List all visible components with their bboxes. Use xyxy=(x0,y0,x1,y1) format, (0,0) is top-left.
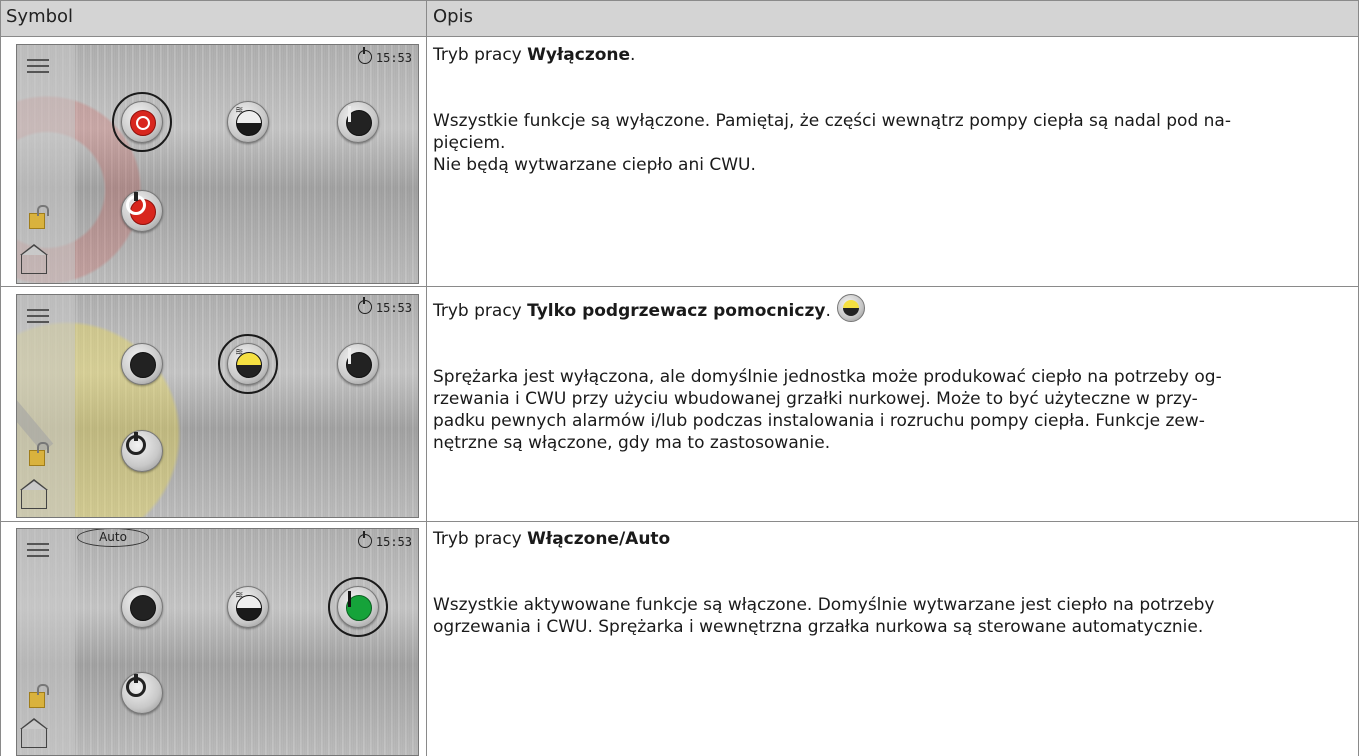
heat-icon: ≋ xyxy=(235,590,244,601)
aux-heater-button[interactable]: ≋ xyxy=(227,101,269,143)
heat-icon: ≋ xyxy=(235,347,244,358)
row-title: Tryb pracy Tylko podgrzewacz pomocniczy. xyxy=(433,294,1343,322)
row-text-1b: rzewania i CWU przy użyciu wbudowanej gr… xyxy=(433,389,1198,409)
screen-on-auto: Auto 15:53 ≋ xyxy=(16,528,419,756)
row-text-1b: ogrzewania i CWU. Sprężarka i wewnętrzna… xyxy=(433,617,1204,637)
screen-aux-heater: 15:53 ≋ xyxy=(16,294,419,518)
lock-icon[interactable] xyxy=(29,442,49,466)
aux-heater-button[interactable]: ≋ xyxy=(227,586,269,628)
off-button[interactable] xyxy=(121,586,163,628)
auto-badge: Auto xyxy=(77,529,149,547)
header-opis: Opis xyxy=(427,0,1359,37)
clock-icon xyxy=(357,297,372,314)
row-text-1: Sprężarka jest wyłączona, ale domyślnie … xyxy=(433,367,1222,387)
row-text-1b: pięciem. xyxy=(433,133,506,153)
on-button[interactable] xyxy=(337,101,379,143)
row-text-2: Nie będą wytwarzane ciepło ani CWU. xyxy=(433,155,756,175)
restart-button[interactable] xyxy=(121,190,163,232)
menu-icon[interactable] xyxy=(27,309,49,327)
row-desc-auto: Tryb pracy Włączone/Auto Wszystkie aktyw… xyxy=(433,528,1343,638)
screen-clock: 15:53 xyxy=(357,297,412,315)
row-text-2: padku pewnych alarmów i/lub podczas inst… xyxy=(433,411,1205,431)
heat-icon: ≋ xyxy=(235,105,244,116)
screen-off: 15:53 ≋ xyxy=(16,44,419,284)
on-button[interactable] xyxy=(337,586,379,628)
lock-icon[interactable] xyxy=(29,684,49,708)
mode-table: Symbol Opis 15:53 ≋ Tryb pracy Wyłączone… xyxy=(0,0,1359,756)
screen-clock: 15:53 xyxy=(357,47,412,65)
row-desc-off: Tryb pracy Wyłączone. Wszystkie funkcje … xyxy=(433,44,1343,176)
header-symbol: Symbol xyxy=(0,0,426,37)
menu-icon[interactable] xyxy=(27,543,49,561)
row-desc-aux: Tryb pracy Tylko podgrzewacz pomocniczy.… xyxy=(433,294,1343,454)
row-divider-2 xyxy=(0,521,1359,522)
row-divider-1 xyxy=(0,286,1359,287)
off-button[interactable] xyxy=(121,101,163,143)
aux-heater-icon xyxy=(836,294,865,322)
clock-icon xyxy=(357,531,372,548)
on-button[interactable] xyxy=(337,343,379,385)
header-symbol-label: Symbol xyxy=(6,6,74,27)
column-divider xyxy=(426,0,427,756)
screen-clock: 15:53 xyxy=(357,531,412,549)
off-button[interactable] xyxy=(121,343,163,385)
clock-icon xyxy=(357,47,372,64)
menu-icon[interactable] xyxy=(27,59,49,77)
home-icon[interactable] xyxy=(20,479,48,509)
home-icon[interactable] xyxy=(20,718,48,748)
table-border-top xyxy=(0,0,1359,1)
row-text-1: Wszystkie aktywowane funkcje są włączone… xyxy=(433,595,1215,615)
lock-icon[interactable] xyxy=(29,205,49,229)
row-text-1: Wszystkie funkcje są wyłączone. Pamiętaj… xyxy=(433,111,1231,131)
header-opis-label: Opis xyxy=(433,6,473,27)
table-border-left xyxy=(0,0,1,756)
aux-heater-button[interactable]: ≋ xyxy=(227,343,269,385)
restart-button[interactable] xyxy=(121,430,163,472)
row-title: Tryb pracy Włączone/Auto xyxy=(433,529,671,549)
home-icon[interactable] xyxy=(20,244,48,274)
row-title: Tryb pracy Wyłączone. xyxy=(433,45,636,65)
row-text-3: nętrzne są włączone, gdy ma to zastosowa… xyxy=(433,433,831,453)
restart-button[interactable] xyxy=(121,672,163,714)
